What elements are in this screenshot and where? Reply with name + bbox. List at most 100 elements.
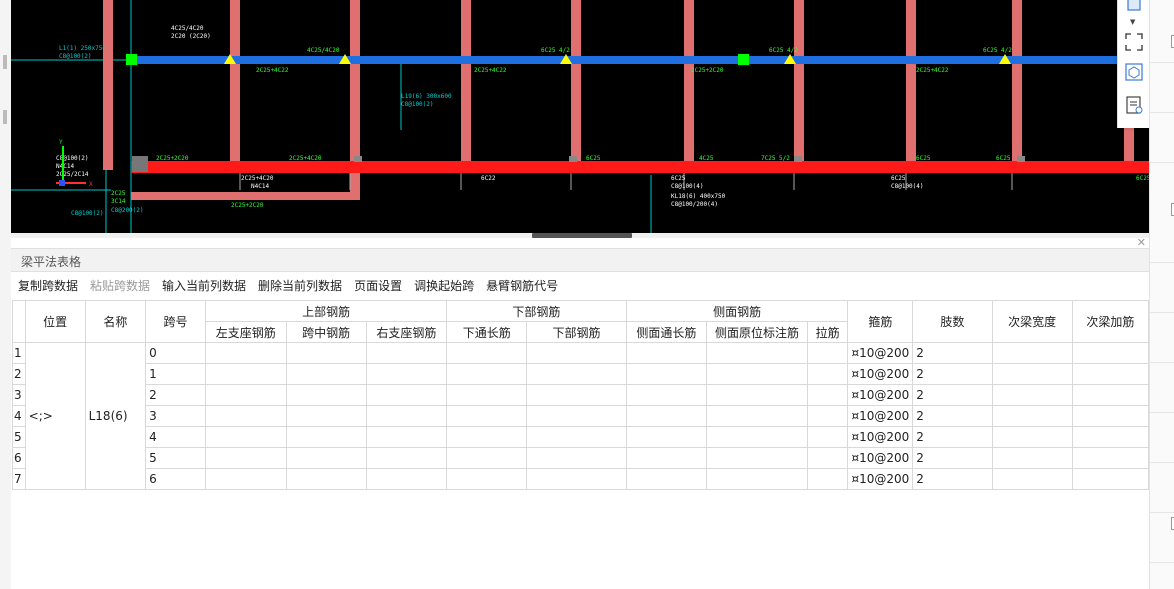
table-row[interactable]: 1 <;> L18(6) 0 ¤10@200 2 <box>12 342 1150 490</box>
bottom-through-cell[interactable] <box>446 426 528 448</box>
side-tie-cell[interactable] <box>806 426 849 448</box>
top-mid-cell[interactable] <box>285 426 367 448</box>
table-row[interactable]: 5 4 ¤10@200 2 <box>12 426 1150 448</box>
stirrup-cell[interactable]: ¤10@200 <box>847 447 914 469</box>
legs-cell[interactable]: 2 <box>912 447 993 469</box>
side-through-cell[interactable] <box>625 384 708 406</box>
side-tie-cell[interactable] <box>806 363 849 385</box>
bottom-through-cell[interactable] <box>446 405 528 427</box>
top-left-cell[interactable] <box>205 363 287 385</box>
copy-span-data-button[interactable]: 复制跨数据 <box>11 276 84 296</box>
top-right-cell[interactable] <box>365 384 448 406</box>
bottom-bar-cell[interactable] <box>526 342 627 364</box>
delete-column-data-button[interactable]: 删除当前列数据 <box>252 276 348 296</box>
bottom-bar-cell[interactable] <box>526 405 627 427</box>
legs-cell[interactable]: 2 <box>912 468 993 490</box>
input-column-data-button[interactable]: 输入当前列数据 <box>156 276 252 296</box>
side-annot-cell[interactable] <box>706 405 808 427</box>
top-left-cell[interactable] <box>205 384 287 406</box>
bottom-through-cell[interactable] <box>446 363 528 385</box>
side-through-cell[interactable] <box>625 426 708 448</box>
span-cell[interactable]: 5 <box>145 447 207 469</box>
side-annot-cell[interactable] <box>706 426 808 448</box>
secondary-width-cell[interactable] <box>991 426 1073 448</box>
secondary-add-cell[interactable] <box>1071 426 1150 448</box>
bottom-bar-cell[interactable] <box>526 426 627 448</box>
legs-cell[interactable]: 2 <box>912 342 993 364</box>
cad-viewport[interactable]: 2C25+4C22 2C25+4C22 2C25+2C20 2C25+4C22 … <box>11 0 1149 233</box>
top-mid-cell[interactable] <box>285 447 367 469</box>
secondary-width-cell[interactable] <box>991 342 1073 364</box>
side-annot-cell[interactable] <box>706 342 808 364</box>
side-tie-cell[interactable] <box>806 468 849 490</box>
top-left-cell[interactable] <box>205 426 287 448</box>
secondary-add-cell[interactable] <box>1071 384 1150 406</box>
legs-cell[interactable]: 2 <box>912 426 993 448</box>
side-tie-cell[interactable] <box>806 384 849 406</box>
stirrup-cell[interactable]: ¤10@200 <box>847 384 914 406</box>
table-row[interactable]: 3 2 ¤10@200 2 <box>12 384 1150 406</box>
secondary-add-cell[interactable] <box>1071 447 1150 469</box>
side-annot-cell[interactable] <box>706 447 808 469</box>
secondary-add-cell[interactable] <box>1071 363 1150 385</box>
side-through-cell[interactable] <box>625 405 708 427</box>
top-right-cell[interactable] <box>365 342 448 364</box>
top-left-cell[interactable] <box>205 447 287 469</box>
secondary-add-cell[interactable] <box>1071 342 1150 364</box>
page-setup-button[interactable]: 页面设置 <box>348 276 408 296</box>
stirrup-cell[interactable]: ¤10@200 <box>847 363 914 385</box>
fullscreen-icon[interactable] <box>1124 32 1144 52</box>
table-row[interactable]: 7 6 ¤10@200 2 <box>12 468 1150 490</box>
top-right-cell[interactable] <box>365 405 448 427</box>
bottom-bar-cell[interactable] <box>526 363 627 385</box>
span-cell[interactable]: 0 <box>145 342 207 364</box>
chevron-down-icon[interactable]: ▼ <box>1130 18 1135 26</box>
side-annot-cell[interactable] <box>706 384 808 406</box>
view-cube-icon[interactable] <box>1124 62 1144 82</box>
bottom-through-cell[interactable] <box>446 447 528 469</box>
bottom-bar-cell[interactable] <box>526 447 627 469</box>
position-cell[interactable]: <;> <box>24 342 86 490</box>
span-cell[interactable]: 1 <box>145 363 207 385</box>
cube-icon[interactable] <box>1124 0 1144 14</box>
top-mid-cell[interactable] <box>285 384 367 406</box>
table-row[interactable]: 2 1 ¤10@200 2 <box>12 363 1150 385</box>
span-cell[interactable]: 3 <box>145 405 207 427</box>
secondary-width-cell[interactable] <box>991 405 1073 427</box>
stirrup-cell[interactable]: ¤10@200 <box>847 468 914 490</box>
secondary-width-cell[interactable] <box>991 384 1073 406</box>
secondary-width-cell[interactable] <box>991 363 1073 385</box>
bottom-through-cell[interactable] <box>446 384 528 406</box>
top-right-cell[interactable] <box>365 426 448 448</box>
side-through-cell[interactable] <box>625 363 708 385</box>
top-mid-cell[interactable] <box>285 342 367 364</box>
secondary-add-cell[interactable] <box>1071 468 1150 490</box>
cantilever-code-button[interactable]: 悬臂钢筋代号 <box>480 276 564 296</box>
side-annot-cell[interactable] <box>706 468 808 490</box>
top-right-cell[interactable] <box>365 447 448 469</box>
top-mid-cell[interactable] <box>285 468 367 490</box>
secondary-width-cell[interactable] <box>991 447 1073 469</box>
properties-icon[interactable] <box>1124 95 1144 115</box>
legs-cell[interactable]: 2 <box>912 384 993 406</box>
side-annot-cell[interactable] <box>706 363 808 385</box>
stirrup-cell[interactable]: ¤10@200 <box>847 342 914 364</box>
side-tie-cell[interactable] <box>806 342 849 364</box>
top-left-cell[interactable] <box>205 405 287 427</box>
top-right-cell[interactable] <box>365 468 448 490</box>
legs-cell[interactable]: 2 <box>912 363 993 385</box>
top-left-cell[interactable] <box>205 342 287 364</box>
bottom-bar-cell[interactable] <box>526 468 627 490</box>
side-through-cell[interactable] <box>625 342 708 364</box>
table-row[interactable]: 4 3 ¤10@200 2 <box>12 405 1150 427</box>
paste-span-data-button[interactable]: 粘贴跨数据 <box>84 276 156 296</box>
bottom-through-cell[interactable] <box>446 342 528 364</box>
bottom-through-cell[interactable] <box>446 468 528 490</box>
top-mid-cell[interactable] <box>285 363 367 385</box>
side-through-cell[interactable] <box>625 468 708 490</box>
swap-start-span-button[interactable]: 调换起始跨 <box>408 276 480 296</box>
close-icon[interactable]: ✕ <box>1137 236 1146 249</box>
secondary-width-cell[interactable] <box>991 468 1073 490</box>
stirrup-cell[interactable]: ¤10@200 <box>847 405 914 427</box>
bottom-bar-cell[interactable] <box>526 384 627 406</box>
